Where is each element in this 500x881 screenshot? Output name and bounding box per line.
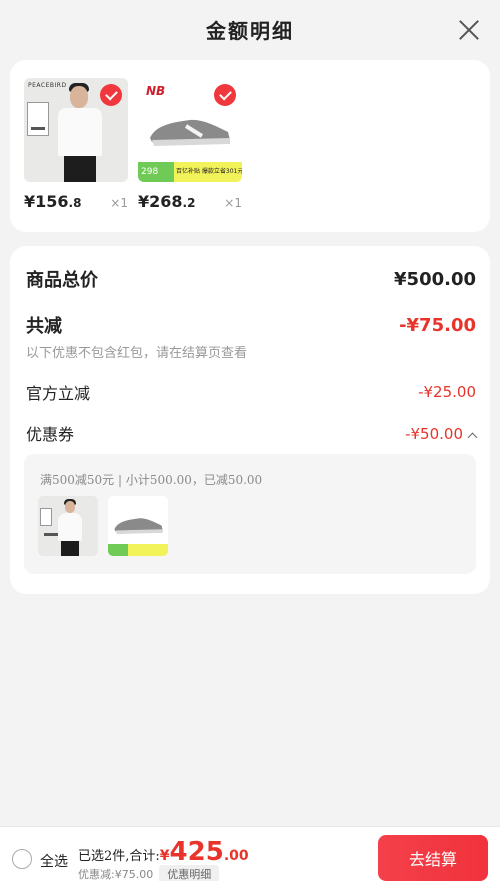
close-icon[interactable] — [458, 18, 480, 40]
amount-detail-card: 商品总价 ¥500.00 共减 -¥75.00 以下优惠不包含红包，请在结算页查… — [10, 246, 490, 594]
total-label: 商品总价 — [26, 270, 98, 291]
coupon-product-image-shirt — [38, 496, 98, 556]
brand-logo: PEACEBIRD — [28, 82, 67, 89]
check-icon[interactable] — [214, 84, 236, 106]
official-discount-label: 官方立减 — [26, 384, 91, 403]
chevron-up-icon[interactable] — [467, 432, 478, 442]
check-icon[interactable] — [100, 84, 122, 106]
sum-line: 已选2件,合计: ¥425.00 — [78, 837, 249, 867]
product-card: PEACEBIRD ¥156.8 ×1 NB 298 百亿补贴 爆款立省301元 — [10, 60, 490, 232]
coupon-label: 优惠券 — [26, 425, 75, 444]
coupon-product-image-shoe — [108, 496, 168, 556]
product-item-shirt[interactable]: PEACEBIRD ¥156.8 ×1 — [24, 78, 130, 211]
sum-amount: ¥425.00 — [159, 837, 249, 867]
product-image-shoe: NB 298 百亿补贴 爆款立省301元 — [138, 78, 242, 182]
discount-detail-button[interactable]: 优惠明细 — [159, 865, 220, 881]
total-value: ¥500.00 — [394, 268, 476, 290]
select-all-label[interactable]: 全选 — [40, 851, 68, 871]
discount-value: -¥75.00 — [399, 314, 476, 336]
tag-icon — [27, 102, 49, 136]
official-discount-value: -¥25.00 — [418, 383, 476, 401]
coupon-detail-box: 满500减50元 | 小计500.00，已减50.00 — [24, 454, 476, 574]
sum-label: 已选2件,合计: — [78, 849, 160, 864]
coupon-description: 满500减50元 | 小计500.00，已减50.00 — [40, 473, 263, 487]
coupon-row[interactable]: 优惠券 -¥50.00 — [26, 421, 478, 445]
shoe-icon — [150, 119, 230, 146]
product-item-shoe[interactable]: NB 298 百亿补贴 爆款立省301元 ¥268.2 ×1 — [138, 78, 244, 211]
header: 金额明细 — [0, 0, 500, 58]
discount-summary: 优惠减:¥75.00 — [78, 868, 154, 881]
checkout-button[interactable]: 去结算 — [378, 835, 488, 881]
select-all-radio[interactable] — [12, 849, 32, 869]
product-price: ¥268.2 — [138, 192, 196, 211]
discount-note: 以下优惠不包含红包，请在结算页查看 — [26, 346, 248, 361]
product-qty: ×1 — [224, 196, 242, 210]
page-title: 金额明细 — [206, 18, 294, 43]
bottom-bar: 全选 已选2件,合计: ¥425.00 优惠减:¥75.00 优惠明细 去结算 — [0, 826, 500, 881]
discount-label: 共减 — [26, 316, 62, 337]
product-qty: ×1 — [110, 196, 128, 210]
promo-banner: 298 百亿补贴 爆款立省301元 — [138, 162, 242, 182]
product-image-shirt: PEACEBIRD — [24, 78, 128, 182]
product-price: ¥156.8 — [24, 192, 82, 211]
nb-logo: NB — [146, 84, 166, 98]
coupon-value: -¥50.00 — [405, 424, 463, 443]
